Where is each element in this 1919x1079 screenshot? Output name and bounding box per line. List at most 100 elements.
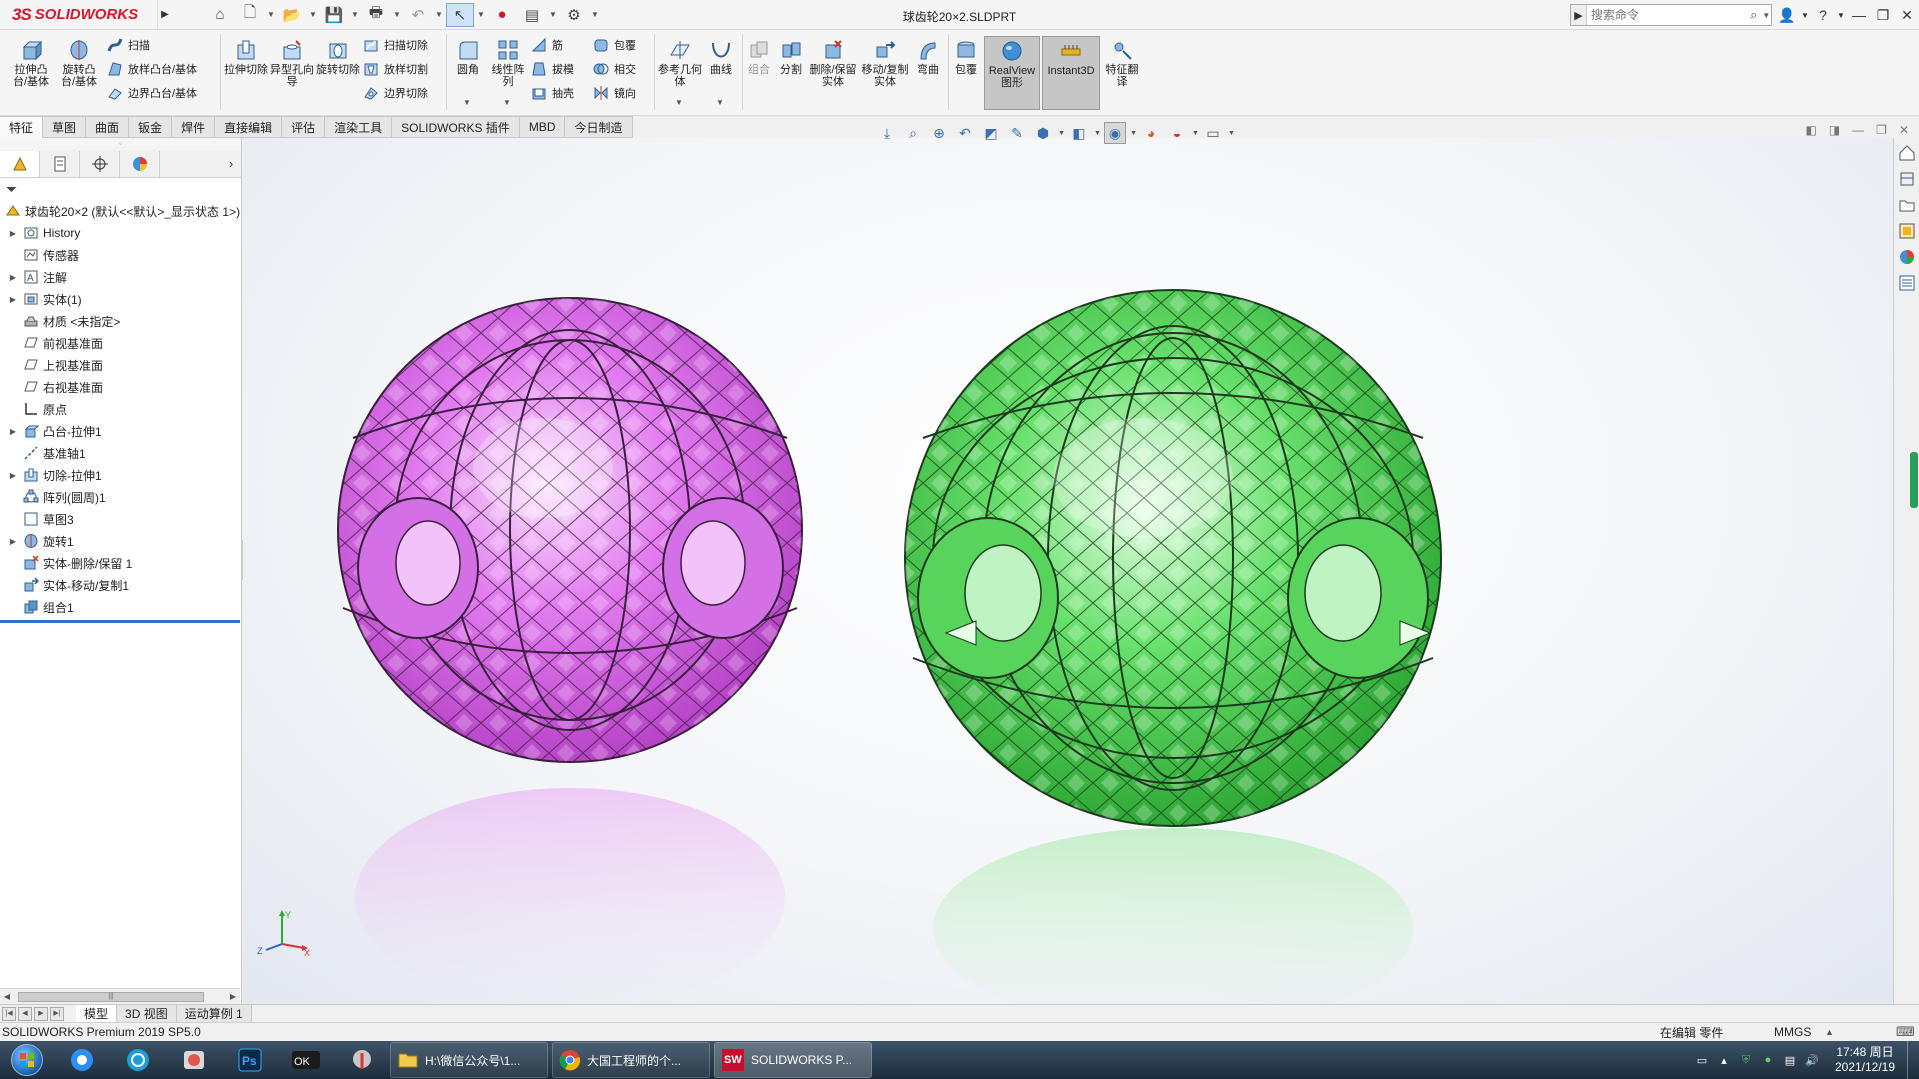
extrude-cut-button[interactable]: 拉伸切除 [224,38,268,76]
wrap-button[interactable]: 包覆 [592,34,636,56]
tree-item[interactable]: 阵列(圆周)1 [0,486,241,508]
custom-properties-icon[interactable] [1896,272,1918,294]
first-tab-icon[interactable]: |◀ [2,1006,16,1021]
tab-sheet-metal[interactable]: 钣金 [129,116,173,138]
curves-dropdown-icon[interactable]: ▼ [716,98,724,107]
volume-icon[interactable]: 🔊 [1801,1049,1823,1071]
rib-button[interactable]: 筋 [530,34,563,56]
tree-item[interactable]: 组合1 [0,596,241,618]
hide-show-dropdown-icon[interactable]: ▼ [1130,130,1137,137]
user-account-icon[interactable]: 👤 [1775,0,1799,30]
open-dropdown-icon[interactable]: ▼ [308,10,318,19]
viewport-prev-icon[interactable]: ◧ [1805,123,1816,137]
tree-item[interactable]: ▶ A 注解 [0,266,241,288]
recorder-icon[interactable]: OK [278,1042,334,1078]
tree-item[interactable]: ▶ History [0,222,241,244]
apply-scene-icon[interactable]: ◒ [1166,122,1188,144]
feature-manager-tab[interactable] [0,150,40,177]
view-settings-dropdown-icon[interactable]: ▼ [1228,130,1235,137]
scroll-thumb[interactable]: ||| [18,991,204,1002]
options-dropdown-icon[interactable]: ▼ [590,10,600,19]
edit-appearance-icon[interactable]: ◕ [1140,122,1162,144]
move-copy-body-button[interactable]: 移动/复制实体 [860,38,910,88]
tree-item[interactable]: 传感器 [0,244,241,266]
taskbar-app-solidworks[interactable]: SW SOLIDWORKS P... [714,1042,872,1078]
user-dropdown-icon[interactable]: ▼ [1799,0,1811,30]
zoom-to-area-icon[interactable]: ⊕ [928,122,950,144]
undo-dropdown-icon[interactable]: ▼ [434,10,444,19]
combine-button[interactable]: 组合 [744,38,774,76]
browser-icon[interactable] [110,1042,166,1078]
swept-cut-button[interactable]: 扫描切除 [362,34,428,56]
search-icon[interactable]: ⌕ [1746,7,1762,23]
tree-item[interactable]: ▶ 凸台-拉伸1 [0,420,241,442]
tab-direct-editing[interactable]: 直接编辑 [215,116,283,138]
split-button[interactable]: 分割 [776,38,806,76]
panel-collapse-handle[interactable]: ◦ [0,138,241,150]
taskbar-app-explorer[interactable]: H:\微信公众号\1... [390,1042,548,1078]
task-pane-scroll-indicator[interactable] [1910,452,1918,508]
tab-features[interactable]: 特征 [0,116,44,138]
expand-chevron-icon[interactable]: ▶ [8,471,18,480]
solidworks-logo[interactable]: 3S SOLIDWORKS [0,0,158,30]
pink-ball-gear-model[interactable] [337,297,803,763]
expand-chevron-icon[interactable]: ▶ [8,273,18,282]
restore-icon[interactable]: ❐ [1871,0,1895,30]
sweep-button[interactable]: 扫描 [106,34,150,56]
search-mode-icon[interactable]: ▶ [1571,5,1587,25]
viewport-restore-icon[interactable]: ❐ [1876,123,1887,137]
viewport-next-icon[interactable]: ◨ [1829,123,1840,137]
tree-item[interactable]: 实体-删除/保留 1 [0,552,241,574]
more-tabs-chevron-icon[interactable]: › [221,156,241,171]
properties-dropdown-icon[interactable]: ▼ [548,10,558,19]
hole-wizard-button[interactable]: 异型孔向导 [270,38,314,88]
save-icon[interactable]: 💾 [320,3,348,27]
expand-chevron-icon[interactable]: ▶ [8,295,18,304]
revolve-boss-button[interactable]: 旋转凸台/基体 [56,38,102,88]
design-library-icon[interactable] [1896,168,1918,190]
panel-horizontal-scrollbar[interactable]: ◀ ||| ▶ [0,988,240,1004]
viewport-minimize-icon[interactable]: — [1852,123,1864,137]
select-arrow-icon[interactable]: ↖ [446,2,474,27]
tab-mbd[interactable]: MBD [519,116,566,138]
tree-item[interactable]: ▶ 实体(1) [0,288,241,310]
security-shield-icon[interactable]: ⛨ [1735,1049,1757,1071]
tree-item[interactable]: 球齿轮20×2 (默认<<默认>_显示状态 1>) [0,200,241,222]
realview-button[interactable]: RealView图形 [984,36,1040,110]
zoom-to-fit-icon[interactable]: ⌕ [902,122,924,144]
scene-dropdown-icon[interactable]: ▼ [1192,130,1199,137]
tab-motion-study[interactable]: 运动算例 1 [176,1005,252,1022]
select-dropdown-icon[interactable]: ▼ [476,10,486,19]
boundary-cut-button[interactable]: 边界切除 [362,82,428,104]
scroll-left-icon[interactable]: ◀ [0,992,14,1001]
tree-item[interactable]: 原点 [0,398,241,420]
tree-item[interactable]: 基准轴1 [0,442,241,464]
expand-chevron-icon[interactable]: ▶ [8,537,18,546]
file-explorer-icon[interactable] [1896,194,1918,216]
network-icon[interactable]: ▤ [1779,1049,1801,1071]
tree-filter-icon[interactable]: ⏷ [0,178,241,200]
help-icon[interactable]: ? [1811,0,1835,30]
feature-works-button[interactable]: 特征翻译 [1102,38,1142,88]
system-clock[interactable]: 17:48 周日 2021/12/19 [1823,1045,1907,1075]
display-style-icon[interactable]: ◧ [1068,122,1090,144]
previous-view-icon[interactable]: ↶ [954,122,976,144]
viewport-close-icon[interactable]: ✕ [1899,123,1909,137]
taskbar-app-chrome[interactable]: 大国工程师的个... [552,1042,710,1078]
hide-show-items-icon[interactable]: ◉ [1104,122,1126,144]
view-settings-icon[interactable]: ▭ [1202,122,1224,144]
menu-expand-icon[interactable]: ▶ [158,0,172,30]
tree-item[interactable]: 实体-移动/复制1 [0,574,241,596]
shell-button[interactable]: 抽壳 [530,82,574,104]
fillet-dropdown-icon[interactable]: ▼ [463,98,471,107]
property-manager-tab[interactable] [40,150,80,177]
instant3d-button[interactable]: Instant3D [1042,36,1100,110]
expand-chevron-icon[interactable]: ▶ [8,229,18,238]
configuration-manager-tab[interactable] [80,150,120,177]
appearances-scenes-icon[interactable] [1896,246,1918,268]
paint-tool-icon[interactable] [334,1042,390,1078]
help-dropdown-icon[interactable]: ▼ [1835,0,1847,30]
unit-system[interactable]: MMGS [1774,1025,1811,1039]
keyboard-layout-icon[interactable]: ▭ [1691,1049,1713,1071]
next-tab-icon[interactable]: ▶ [34,1006,48,1021]
